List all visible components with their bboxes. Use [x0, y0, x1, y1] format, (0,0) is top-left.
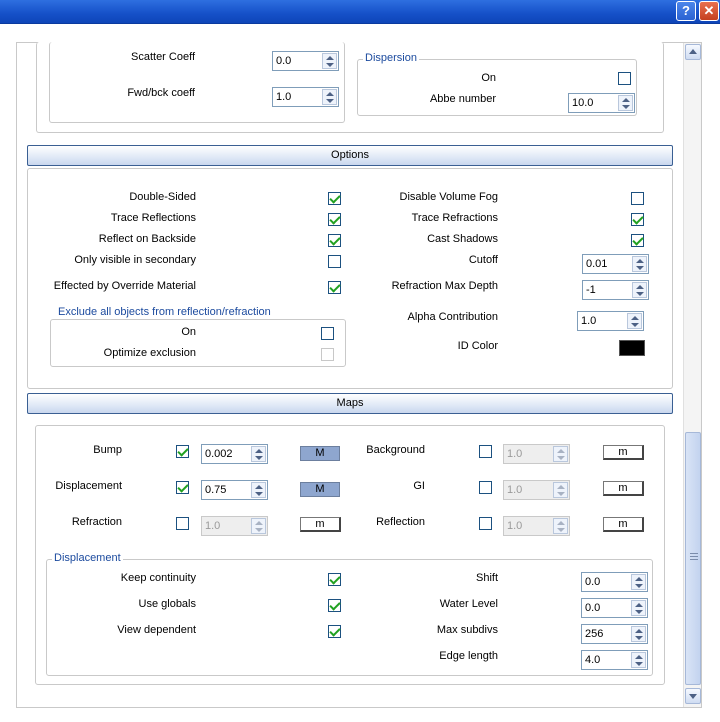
displacement-spinner[interactable]: 0.75 — [201, 480, 268, 500]
max-subdivs-label: Max subdivs — [436, 624, 498, 636]
trace-reflections-label: Trace Reflections — [110, 212, 196, 224]
reflection-map-button[interactable]: m — [603, 517, 644, 532]
shift-spinner[interactable]: 0.0 — [581, 572, 648, 592]
displacement-group-title: Displacement — [52, 552, 123, 564]
dispersion-on-label: On — [481, 72, 496, 84]
cast-shadows-checkbox[interactable] — [631, 234, 644, 247]
effected-override-label: Effected by Override Material — [53, 280, 196, 292]
scroll-thumb[interactable] — [685, 432, 701, 685]
exclude-group — [50, 319, 346, 367]
refraction-depth-spinner[interactable]: -1 — [582, 280, 649, 300]
double-sided-checkbox[interactable] — [328, 192, 341, 205]
background-spinner[interactable]: 1.0 — [503, 444, 570, 464]
options-rollout-header[interactable]: Options — [27, 145, 673, 166]
abbe-spinner[interactable]: 10.0 — [568, 93, 635, 113]
max-subdivs-spinner[interactable]: 256 — [581, 624, 648, 644]
exclude-on-label: On — [181, 326, 196, 338]
fwd-bck-spinner[interactable]: 1.0 — [272, 87, 339, 107]
reflect-backside-label: Reflect on Backside — [98, 233, 196, 245]
cutoff-label: Cutoff — [468, 254, 498, 266]
gi-label: GI — [413, 480, 425, 492]
trace-reflections-checkbox[interactable] — [328, 213, 341, 226]
effected-override-checkbox[interactable] — [328, 281, 341, 294]
view-dependent-label: View dependent — [117, 624, 196, 636]
reflection-spinner[interactable]: 1.0 — [503, 516, 570, 536]
scroll-up-arrow-icon[interactable] — [685, 44, 701, 60]
background-checkbox[interactable] — [479, 445, 492, 458]
only-visible-checkbox[interactable] — [328, 255, 341, 268]
title-bar — [0, 0, 720, 24]
keep-continuity-checkbox[interactable] — [328, 573, 341, 586]
bump-spinner[interactable]: 0.002 — [201, 444, 268, 464]
use-globals-checkbox[interactable] — [328, 599, 341, 612]
refraction-depth-label: Refraction Max Depth — [391, 280, 498, 292]
double-sided-label: Double-Sided — [129, 191, 196, 203]
reflection-checkbox[interactable] — [479, 517, 492, 530]
close-button[interactable]: ✕ — [699, 1, 719, 21]
cutoff-spinner[interactable]: 0.01 — [582, 254, 649, 274]
scroll-down-arrow-icon[interactable] — [685, 688, 701, 704]
scatter-label: Scatter Coeff — [131, 51, 195, 63]
gi-checkbox[interactable] — [479, 481, 492, 494]
trace-refractions-label: Trace Refractions — [411, 212, 498, 224]
edge-length-label: Edge length — [439, 650, 498, 662]
dispersion-on-checkbox[interactable] — [618, 72, 631, 85]
refraction-spinner[interactable]: 1.0 — [201, 516, 268, 536]
bump-label: Bump — [93, 444, 122, 456]
disable-fog-label: Disable Volume Fog — [399, 191, 498, 203]
keep-continuity-label: Keep continuity — [120, 572, 196, 584]
optimize-exclusion-label: Optimize exclusion — [103, 347, 196, 359]
id-color-label: ID Color — [457, 340, 498, 352]
reflection-label: Reflection — [376, 516, 425, 528]
optimize-exclusion-checkbox[interactable] — [321, 348, 334, 361]
edge-length-spinner[interactable]: 4.0 — [581, 650, 648, 670]
exclude-on-checkbox[interactable] — [321, 327, 334, 340]
refraction-label: Refraction — [71, 516, 122, 528]
trace-refractions-checkbox[interactable] — [631, 213, 644, 226]
maps-rollout-header[interactable]: Maps — [27, 393, 673, 414]
abbe-label: Abbe number — [429, 93, 496, 105]
alpha-contribution-spinner[interactable]: 1.0 — [577, 311, 644, 331]
grip-icon — [690, 553, 698, 560]
fwd-bck-label: Fwd/bck coeff — [127, 87, 195, 99]
dispersion-title: Dispersion — [363, 52, 419, 64]
id-color-swatch[interactable] — [619, 340, 645, 356]
displacement-checkbox[interactable] — [176, 481, 189, 494]
disable-fog-checkbox[interactable] — [631, 192, 644, 205]
background-map-button[interactable]: m — [603, 445, 644, 460]
background-label: Background — [366, 444, 425, 456]
bump-map-button[interactable]: M — [300, 446, 340, 461]
bump-checkbox[interactable] — [176, 445, 189, 458]
displacement-label: Displacement — [55, 480, 122, 492]
gi-map-button[interactable]: m — [603, 481, 644, 496]
only-visible-label: Only visible in secondary — [74, 254, 196, 266]
gi-spinner[interactable]: 1.0 — [503, 480, 570, 500]
exclude-title: Exclude all objects from reflection/refr… — [56, 306, 273, 318]
reflect-backside-checkbox[interactable] — [328, 234, 341, 247]
water-level-label: Water Level — [439, 598, 498, 610]
refraction-map-button[interactable]: m — [300, 517, 341, 532]
scatter-spinner[interactable]: 0.0 — [272, 51, 339, 71]
displacement-map-button[interactable]: M — [300, 482, 340, 497]
shift-label: Shift — [475, 572, 498, 584]
vertical-scrollbar[interactable] — [683, 43, 701, 707]
water-level-spinner[interactable]: 0.0 — [581, 598, 648, 618]
alpha-contribution-label: Alpha Contribution — [407, 311, 498, 323]
help-button[interactable]: ? — [676, 1, 696, 21]
cast-shadows-label: Cast Shadows — [427, 233, 498, 245]
view-dependent-checkbox[interactable] — [328, 625, 341, 638]
use-globals-label: Use globals — [138, 598, 196, 610]
refraction-checkbox[interactable] — [176, 517, 189, 530]
